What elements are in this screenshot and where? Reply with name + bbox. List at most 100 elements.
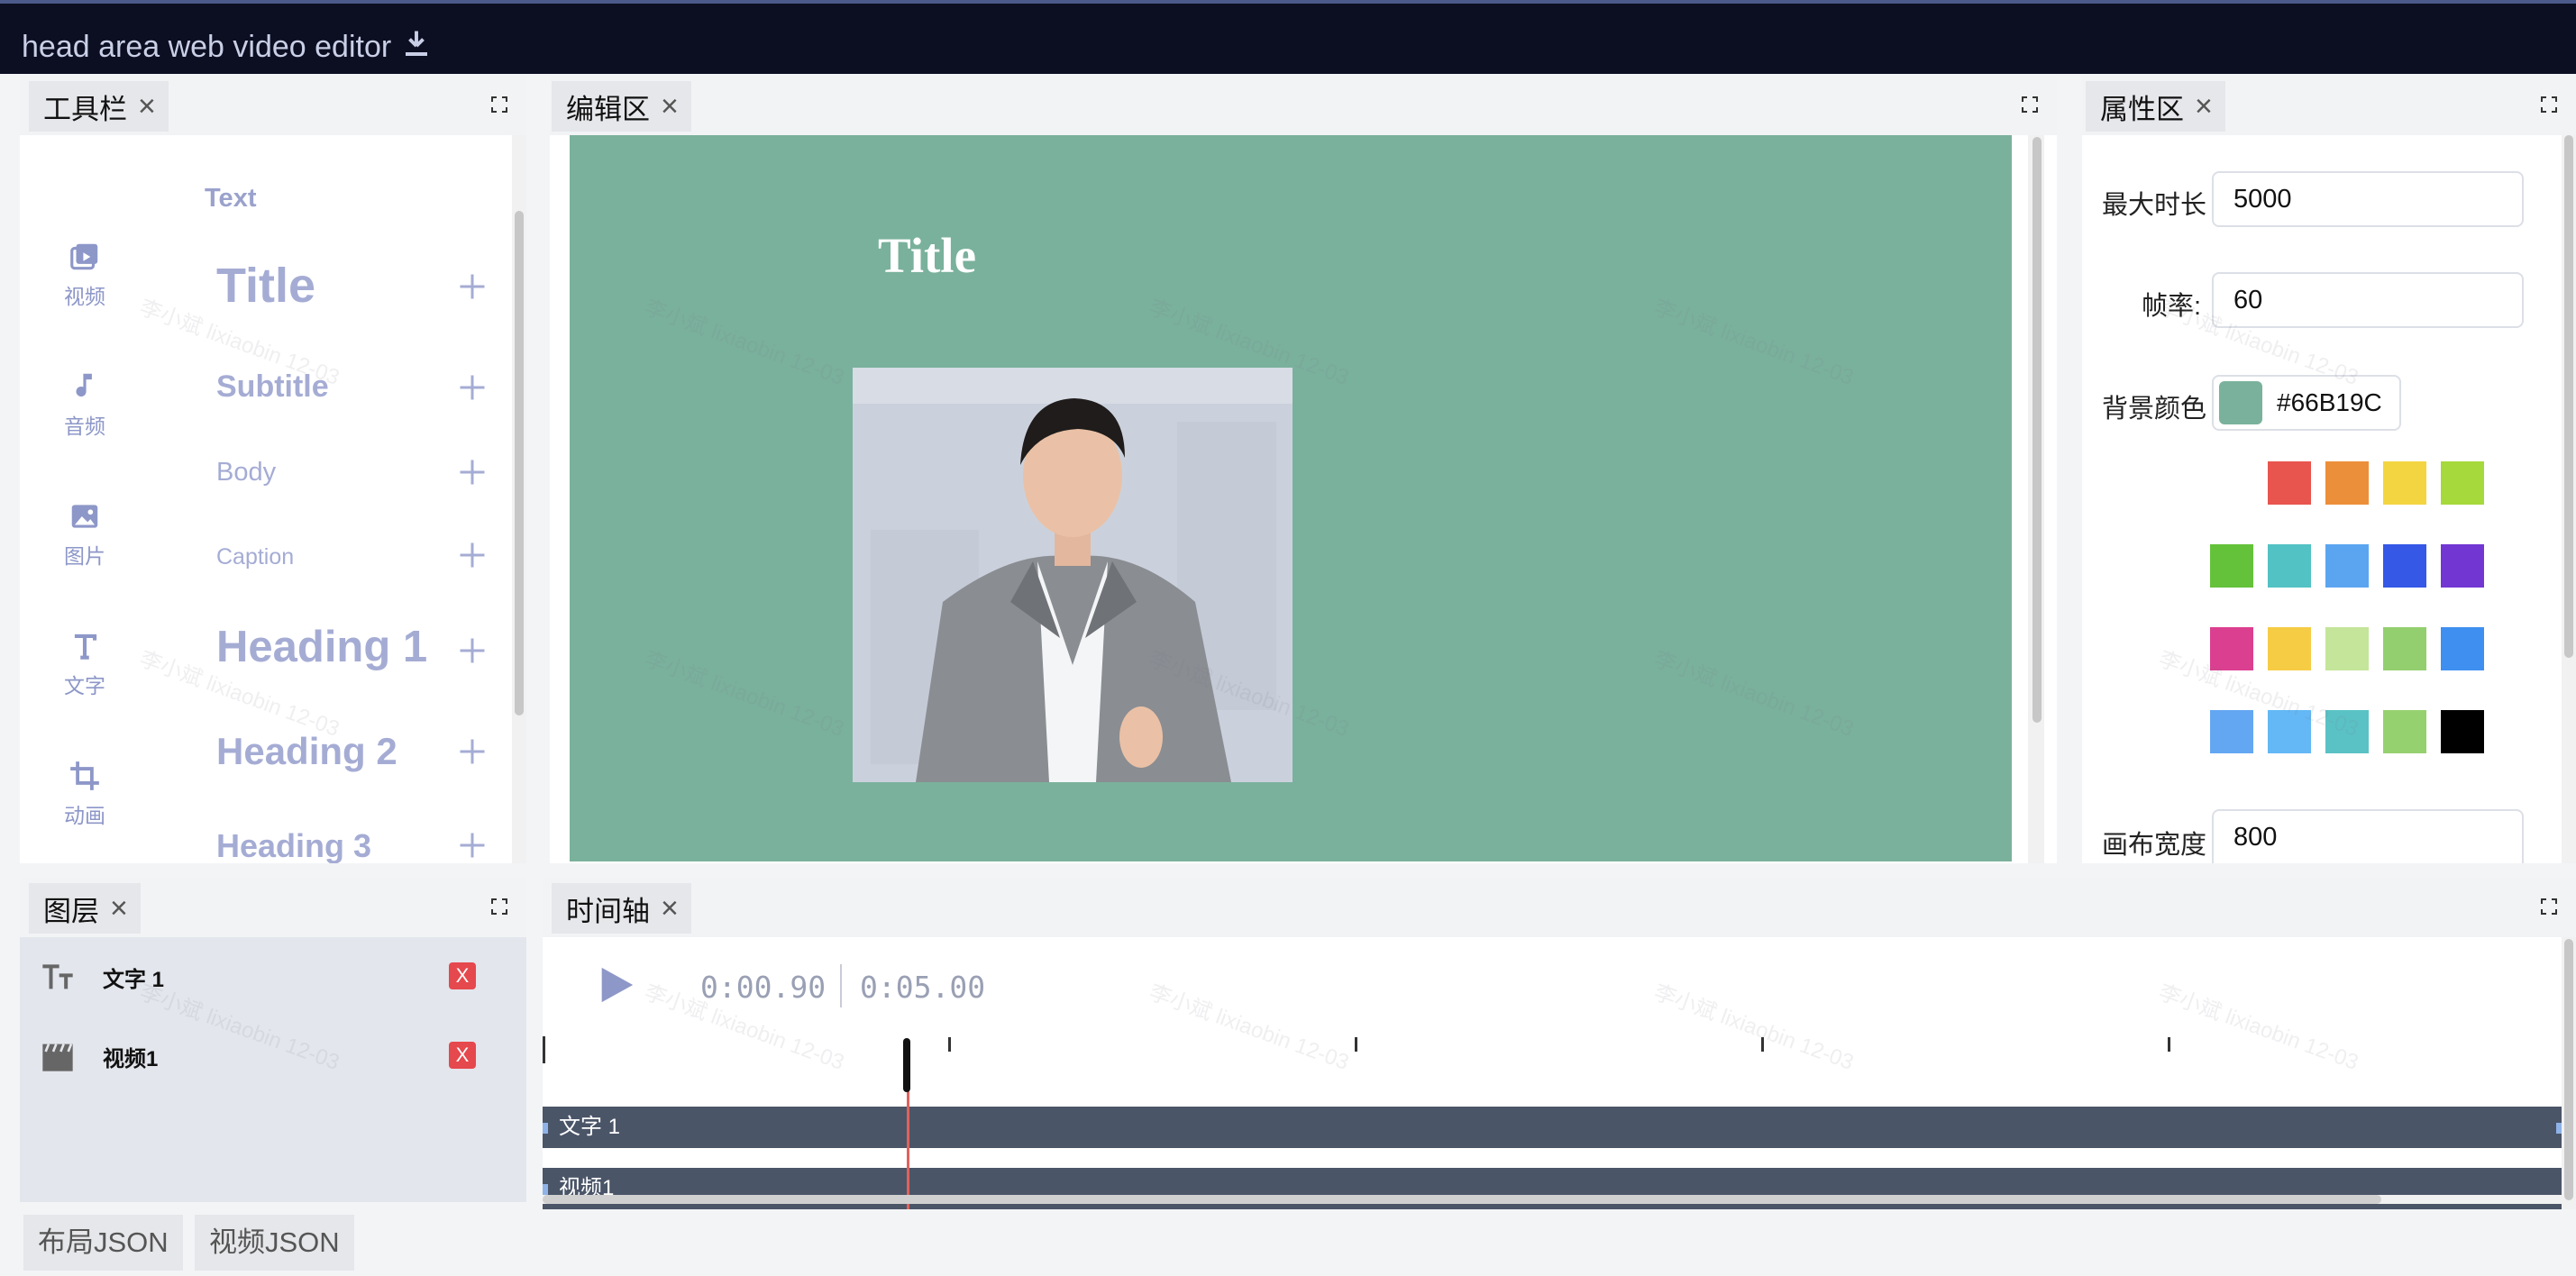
palette-swatch[interactable] — [2441, 544, 2484, 588]
palette-swatch[interactable] — [2210, 710, 2253, 753]
tab-editor[interactable]: 编辑区 × — [552, 81, 691, 132]
timeline-vscrollbar[interactable] — [2562, 937, 2576, 1209]
add-heading-1-icon[interactable] — [456, 634, 489, 667]
palette-swatch[interactable] — [2383, 461, 2426, 505]
scrollbar-thumb[interactable] — [2032, 137, 2042, 723]
sidebar-item-text[interactable]: 文字 — [20, 629, 150, 699]
preset-subtitle[interactable]: Subtitle — [216, 369, 329, 405]
add-heading-3-icon[interactable] — [456, 829, 489, 861]
fps-label: 帧率: — [2141, 292, 2201, 321]
preset-body[interactable]: Body — [216, 458, 276, 488]
sidebar-item-image[interactable]: 图片 — [20, 499, 150, 570]
time-divider — [840, 964, 842, 1007]
track-start-handle[interactable] — [543, 1184, 548, 1195]
canvas-video-element[interactable] — [853, 368, 1293, 782]
expand-icon[interactable] — [2540, 96, 2558, 114]
sidebar-item-audio[interactable]: 音频 — [20, 369, 150, 440]
palette-swatch[interactable] — [2325, 544, 2369, 588]
max-duration-label: 最大时长 — [2101, 191, 2206, 220]
track-text-1[interactable]: 文字 1 — [543, 1107, 2562, 1148]
palette-swatch[interactable] — [2210, 627, 2253, 670]
tab-layers[interactable]: 图层 × — [29, 883, 141, 934]
fps-input[interactable]: 60 — [2212, 272, 2524, 328]
ruler-tick — [948, 1037, 951, 1052]
editor-tabbar: 编辑区 × — [550, 76, 2057, 135]
preset-title[interactable]: Title — [216, 258, 315, 314]
clapperboard-icon — [40, 1038, 76, 1074]
close-icon[interactable]: × — [138, 91, 156, 122]
expand-icon[interactable] — [2540, 898, 2558, 916]
properties-scrollbar[interactable] — [2562, 135, 2576, 863]
total-time: 0:05.00 — [860, 970, 986, 1005]
video-icon — [70, 243, 98, 270]
tab-toolbar[interactable]: 工具栏 × — [29, 81, 169, 132]
horizontal-scrollbar[interactable] — [543, 1195, 2562, 1204]
scrollbar-thumb[interactable] — [2564, 939, 2573, 1200]
canvas-width-input[interactable]: 800 — [2212, 809, 2524, 863]
timeline-panel: 时间轴 × 0:00.90 0:05.00 文字 1 视频1 — [543, 878, 2576, 1209]
download-icon[interactable] — [400, 27, 433, 68]
palette-swatch[interactable] — [2441, 710, 2484, 753]
sidebar-item-video[interactable]: 视频 — [20, 240, 150, 310]
properties-tabbar: 属性区 × — [2082, 76, 2576, 135]
palette-swatch[interactable] — [2210, 544, 2253, 588]
close-icon[interactable]: × — [110, 893, 128, 924]
scrollbar-thumb[interactable] — [543, 1195, 2381, 1204]
video-canvas[interactable]: Title — [570, 135, 2012, 861]
bg-color-swatch — [2219, 381, 2262, 424]
editor-scrollbar[interactable] — [2028, 135, 2044, 863]
tab-properties[interactable]: 属性区 × — [2086, 81, 2225, 132]
canvas-title-text[interactable]: Title — [878, 227, 976, 284]
add-caption-icon[interactable] — [456, 539, 489, 571]
preset-caption[interactable]: Caption — [216, 544, 294, 570]
palette-swatch[interactable] — [2441, 461, 2484, 505]
palette-swatch[interactable] — [2268, 544, 2311, 588]
track-label: 文字 1 — [559, 1115, 621, 1139]
layers-tabbar: 图层 × — [20, 878, 526, 937]
preset-heading-3[interactable]: Heading 3 — [216, 827, 371, 863]
add-subtitle-icon[interactable] — [456, 371, 489, 404]
playhead-handle[interactable] — [903, 1038, 910, 1092]
layout-json-button[interactable]: 布局JSON — [23, 1215, 183, 1271]
play-icon[interactable] — [595, 962, 636, 1007]
delete-layer-button[interactable]: X — [449, 1042, 476, 1069]
palette-swatch[interactable] — [2441, 627, 2484, 670]
close-icon[interactable]: × — [661, 893, 679, 924]
palette-swatch[interactable] — [2325, 461, 2369, 505]
palette-swatch[interactable] — [2268, 710, 2311, 753]
bg-color-picker[interactable]: #66B19C — [2212, 375, 2401, 431]
scrollbar-thumb[interactable] — [515, 211, 524, 715]
tab-timeline[interactable]: 时间轴 × — [552, 883, 691, 934]
tab-label: 时间轴 — [566, 895, 650, 927]
close-icon[interactable]: × — [2195, 91, 2213, 122]
tab-label: 属性区 — [2100, 93, 2184, 125]
video-json-button[interactable]: 视频JSON — [195, 1215, 354, 1271]
sidebar-item-label: 音频 — [64, 415, 105, 438]
add-body-icon[interactable] — [456, 456, 489, 488]
tab-label: 图层 — [43, 895, 99, 927]
sidebar-item-animation[interactable]: 动画 — [20, 759, 150, 829]
palette-swatch[interactable] — [2268, 461, 2311, 505]
palette-swatch[interactable] — [2383, 627, 2426, 670]
palette-swatch[interactable] — [2325, 710, 2369, 753]
text-type-icon — [40, 959, 76, 995]
scrollbar-thumb[interactable] — [2564, 135, 2573, 658]
palette-swatch[interactable] — [2383, 710, 2426, 753]
preset-heading-1[interactable]: Heading 1 — [216, 622, 427, 672]
add-heading-2-icon[interactable] — [456, 735, 489, 768]
tab-label: 工具栏 — [43, 93, 127, 125]
toolbar-scrollbar[interactable] — [512, 135, 526, 863]
add-title-icon[interactable] — [456, 270, 489, 303]
expand-icon[interactable] — [490, 96, 508, 114]
palette-swatch[interactable] — [2383, 544, 2426, 588]
expand-icon[interactable] — [490, 898, 508, 916]
preset-heading-2[interactable]: Heading 2 — [216, 730, 397, 773]
max-duration-input[interactable]: 5000 — [2212, 171, 2524, 227]
close-icon[interactable]: × — [661, 91, 679, 122]
palette-swatch[interactable] — [2268, 627, 2311, 670]
palette-swatch[interactable] — [2325, 627, 2369, 670]
delete-layer-button[interactable]: X — [449, 962, 476, 989]
expand-icon[interactable] — [2021, 96, 2039, 114]
person-photo — [853, 368, 1293, 782]
track-start-handle[interactable] — [543, 1123, 548, 1134]
